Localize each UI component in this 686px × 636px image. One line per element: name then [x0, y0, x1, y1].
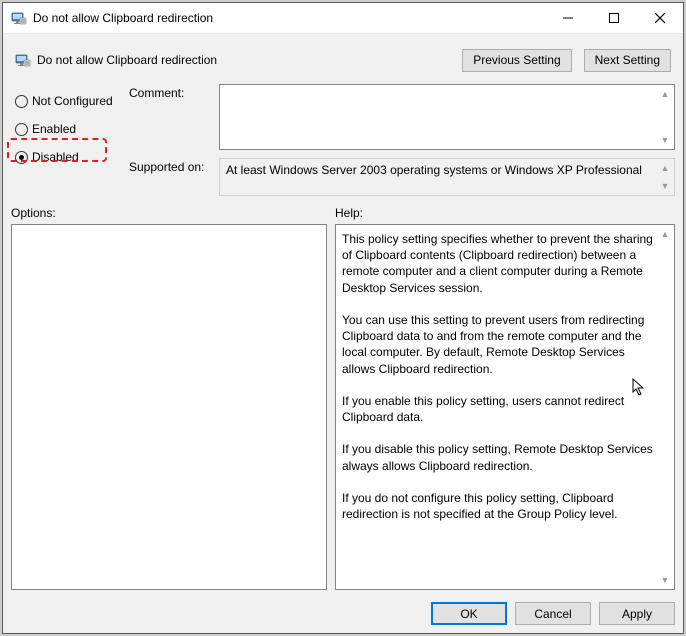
- header-row: Do not allow Clipboard redirection Previ…: [11, 40, 675, 80]
- app-icon: [11, 10, 27, 26]
- cancel-button[interactable]: Cancel: [515, 602, 591, 625]
- comment-textarea[interactable]: ▲ ▼: [219, 84, 675, 150]
- previous-setting-button[interactable]: Previous Setting: [462, 49, 571, 72]
- comment-label: Comment:: [129, 84, 213, 100]
- radio-dot-icon: [15, 95, 28, 108]
- scroll-up-icon[interactable]: ▲: [658, 161, 672, 175]
- radio-label: Disabled: [32, 150, 79, 164]
- config-row: Not Configured Enabled Disabled Comment:: [11, 84, 675, 196]
- supported-value: At least Windows Server 2003 operating s…: [220, 159, 674, 181]
- radio-disabled[interactable]: Disabled: [11, 146, 121, 168]
- panels-row: This policy setting specifies whether to…: [11, 224, 675, 590]
- maximize-button[interactable]: [591, 3, 637, 33]
- meta-col: Comment: ▲ ▼ Supported on: At least Wind…: [129, 84, 675, 196]
- radio-dot-icon: [15, 151, 28, 164]
- ok-button[interactable]: OK: [431, 602, 507, 625]
- help-content: This policy setting specifies whether to…: [336, 225, 674, 528]
- apply-button[interactable]: Apply: [599, 602, 675, 625]
- options-content: [12, 225, 326, 237]
- scroll-down-icon[interactable]: ▼: [658, 133, 672, 147]
- dialog-buttons: OK Cancel Apply: [11, 594, 675, 625]
- scroll-up-icon[interactable]: ▲: [658, 227, 672, 241]
- comment-value: [220, 85, 674, 93]
- radio-not-configured[interactable]: Not Configured: [11, 90, 121, 112]
- titlebar: Do not allow Clipboard redirection: [3, 3, 683, 34]
- radio-label: Enabled: [32, 122, 76, 136]
- policy-title: Do not allow Clipboard redirection: [37, 53, 462, 67]
- scroll-down-icon[interactable]: ▼: [658, 573, 672, 587]
- client-area: Do not allow Clipboard redirection Previ…: [3, 34, 683, 633]
- options-header: Options:: [11, 206, 327, 220]
- scroll-up-icon[interactable]: ▲: [658, 87, 672, 101]
- policy-editor-window: Do not allow Clipboard redirection: [2, 2, 684, 634]
- radio-enabled[interactable]: Enabled: [11, 118, 121, 140]
- help-header: Help:: [335, 206, 363, 220]
- policy-icon: [15, 52, 31, 68]
- scroll-down-icon[interactable]: ▼: [658, 179, 672, 193]
- options-panel: [11, 224, 327, 590]
- panel-headers: Options: Help:: [11, 206, 675, 220]
- help-panel: This policy setting specifies whether to…: [335, 224, 675, 590]
- next-setting-button[interactable]: Next Setting: [584, 49, 671, 72]
- supported-textarea: At least Windows Server 2003 operating s…: [219, 158, 675, 196]
- radio-dot-icon: [15, 123, 28, 136]
- radio-label: Not Configured: [32, 94, 113, 108]
- close-button[interactable]: [637, 3, 683, 33]
- state-radios: Not Configured Enabled Disabled: [11, 84, 121, 196]
- minimize-button[interactable]: [545, 3, 591, 33]
- supported-label: Supported on:: [129, 158, 213, 174]
- window-title: Do not allow Clipboard redirection: [33, 11, 545, 25]
- window-controls: [545, 3, 683, 33]
